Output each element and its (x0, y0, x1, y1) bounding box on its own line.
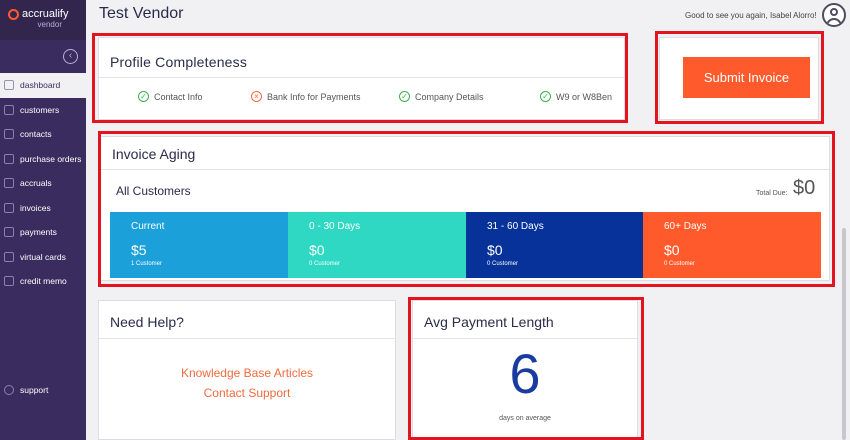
sidebar: accrualify vendor ‹ dashboard customers … (0, 0, 86, 440)
people-icon (4, 104, 14, 115)
brand-name: accrualify (22, 8, 69, 20)
sidebar-item-credit-memo[interactable]: credit memo (0, 269, 86, 294)
card-icon (4, 251, 14, 262)
sidebar-item-label: contacts (20, 129, 52, 140)
page-scrollbar[interactable] (842, 228, 846, 440)
knowledge-base-link[interactable]: Knowledge Base Articles (99, 366, 395, 380)
contact-support-link[interactable]: Contact Support (99, 386, 395, 400)
brand[interactable]: accrualify vendor (0, 0, 86, 40)
highlight-frame (92, 33, 628, 123)
highlight-frame (408, 297, 644, 440)
memo-icon (4, 276, 14, 287)
sidebar-item-accruals[interactable]: accruals (0, 171, 86, 196)
highlight-frame (98, 131, 835, 287)
sidebar-item-label: customers (20, 104, 60, 115)
brand-subtitle: vendor (37, 20, 62, 29)
payments-icon (4, 227, 14, 238)
user-icon (830, 8, 838, 16)
sidebar-item-dashboard[interactable]: dashboard (0, 73, 86, 98)
need-help-title: Need Help? (110, 314, 184, 330)
sidebar-item-label: credit memo (20, 276, 67, 287)
divider (99, 338, 395, 339)
sidebar-item-customers[interactable]: customers (0, 98, 86, 123)
chevron-left-icon[interactable]: ‹ (63, 49, 78, 64)
page-title: Test Vendor (99, 5, 184, 22)
sidebar-item-purchase-orders[interactable]: purchase orders (0, 147, 86, 172)
invoice-icon (4, 202, 14, 213)
cart-icon (4, 153, 14, 164)
sidebar-item-label: support (20, 385, 49, 395)
sidebar-item-label: payments (20, 227, 57, 238)
support-icon (4, 385, 14, 395)
need-help-card: Need Help? Knowledge Base Articles Conta… (98, 300, 396, 440)
sidebar-item-virtual-cards[interactable]: virtual cards (0, 245, 86, 270)
sidebar-item-label: invoices (20, 202, 51, 213)
home-icon (4, 80, 14, 91)
avatar[interactable] (822, 3, 846, 27)
contacts-icon (4, 129, 14, 140)
highlight-frame (655, 31, 824, 124)
sidebar-item-label: virtual cards (20, 251, 66, 262)
logo-icon (8, 8, 19, 20)
greeting-text: Good to see you again, Isabel Alorro! (685, 11, 817, 20)
accruals-icon (4, 178, 14, 189)
sidebar-item-label: accruals (20, 178, 52, 189)
sidebar-item-invoices[interactable]: invoices (0, 196, 86, 221)
sidebar-item-support[interactable]: support (0, 380, 86, 400)
sidebar-item-label: purchase orders (20, 153, 82, 164)
sidebar-item-payments[interactable]: payments (0, 220, 86, 245)
sidebar-item-contacts[interactable]: contacts (0, 122, 86, 147)
sidebar-nav: dashboard customers contacts purchase or… (0, 73, 86, 294)
sidebar-item-label: dashboard (20, 80, 61, 91)
user-icon-body (826, 18, 842, 25)
